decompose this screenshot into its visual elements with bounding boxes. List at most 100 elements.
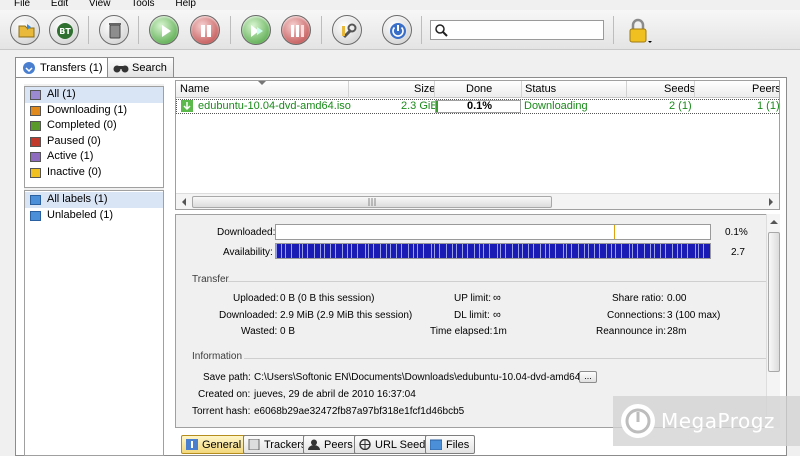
menu-edit[interactable]: Edit bbox=[51, 0, 68, 9]
table-row[interactable]: edubuntu-10.04-dvd-amd64.iso 2.3 GiB 0.1… bbox=[176, 99, 780, 114]
dl-label: Downloaded: bbox=[219, 310, 278, 321]
col-seeds[interactable]: Seeds bbox=[664, 83, 695, 95]
menu-bar: File Edit View Tools Help bbox=[0, 0, 800, 10]
browse-button[interactable]: ... bbox=[579, 371, 597, 383]
availability-stripe bbox=[594, 244, 595, 258]
table-header: Name Size Done Status Seeds Peers bbox=[176, 81, 779, 98]
downloaded-piece bbox=[614, 225, 615, 239]
options-button[interactable] bbox=[332, 15, 362, 45]
availability-stripe bbox=[330, 244, 331, 258]
col-peers[interactable]: Peers bbox=[752, 83, 779, 95]
tab-transfers[interactable]: Transfers (1) bbox=[15, 57, 110, 78]
scroll-right-icon[interactable] bbox=[767, 198, 775, 206]
filter-all[interactable]: All (1) bbox=[25, 87, 163, 103]
tab-peers[interactable]: Peers bbox=[303, 435, 359, 454]
availability-stripe bbox=[342, 244, 343, 258]
toolbar: BT bbox=[0, 10, 800, 50]
row-progress-fill bbox=[436, 101, 438, 112]
lock-icon[interactable] bbox=[628, 16, 652, 44]
availability-stripe bbox=[549, 244, 550, 258]
pause-button[interactable] bbox=[190, 15, 220, 45]
availability-stripe bbox=[423, 244, 424, 258]
menu-file[interactable]: File bbox=[14, 0, 30, 9]
vertical-scroll-thumb[interactable] bbox=[768, 232, 780, 372]
availability-stripe bbox=[365, 244, 366, 258]
status-filter-list: All (1) Downloading (1) Completed (0) Pa… bbox=[24, 86, 164, 188]
filter-active[interactable]: Active (1) bbox=[25, 149, 163, 165]
scroll-up-icon[interactable] bbox=[770, 218, 778, 226]
horizontal-scrollbar[interactable] bbox=[176, 193, 779, 209]
availability-stripe bbox=[545, 244, 546, 258]
availability-stripe bbox=[307, 244, 308, 258]
folder-icon bbox=[18, 24, 35, 38]
availability-stripe bbox=[563, 244, 564, 258]
availability-stripe bbox=[452, 244, 453, 258]
start-button[interactable] bbox=[149, 15, 179, 45]
tab-transfers-label: Transfers (1) bbox=[40, 62, 103, 74]
filter-all-labels[interactable]: All labels (1) bbox=[25, 192, 163, 208]
information-section-title: Information bbox=[192, 351, 243, 362]
pause-all-button[interactable] bbox=[281, 15, 311, 45]
availability-stripe bbox=[314, 244, 315, 258]
uploaded-label: Uploaded: bbox=[233, 293, 279, 304]
power-icon bbox=[390, 23, 406, 39]
col-done[interactable]: Done bbox=[466, 83, 492, 95]
col-name[interactable]: Name bbox=[180, 83, 209, 95]
search-icon bbox=[435, 24, 448, 37]
pause-icon bbox=[201, 25, 211, 37]
availability-stripe bbox=[462, 244, 463, 258]
menu-tools[interactable]: Tools bbox=[131, 0, 154, 9]
availability-stripe bbox=[434, 244, 435, 258]
filter-downloading[interactable]: Downloading (1) bbox=[25, 103, 163, 119]
availability-stripe bbox=[324, 244, 325, 258]
scroll-thumb[interactable] bbox=[192, 196, 552, 208]
search-input[interactable] bbox=[449, 22, 599, 38]
tab-trackers[interactable]: Trackers bbox=[243, 435, 313, 454]
exit-button[interactable] bbox=[382, 15, 412, 45]
tab-search[interactable]: Search bbox=[107, 57, 174, 77]
availability-stripe bbox=[299, 244, 300, 258]
search-box[interactable] bbox=[430, 20, 604, 40]
col-size[interactable]: Size bbox=[414, 83, 435, 95]
row-peers: 1 (1) bbox=[757, 100, 780, 112]
availability-stripe bbox=[677, 244, 678, 258]
completed-icon bbox=[30, 121, 41, 131]
availability-stripe bbox=[654, 244, 655, 258]
reannounce-label: Reannounce in: bbox=[596, 326, 667, 337]
availability-stripe bbox=[611, 244, 612, 258]
filter-unlabeled[interactable]: Unlabeled (1) bbox=[25, 208, 163, 224]
tracker-icon bbox=[248, 439, 260, 450]
tab-general[interactable]: General bbox=[181, 435, 248, 454]
availability-stripe bbox=[417, 244, 418, 258]
filter-inactive[interactable]: Inactive (0) bbox=[25, 165, 163, 181]
availability-stripe bbox=[621, 244, 622, 258]
availability-stripe bbox=[401, 244, 402, 258]
menu-help[interactable]: Help bbox=[175, 0, 196, 9]
share-ratio-value: 0.00 bbox=[667, 293, 687, 304]
dl-value: 2.9 MiB (2.9 MiB this session) bbox=[280, 310, 413, 321]
col-status[interactable]: Status bbox=[525, 83, 556, 95]
availability-stripe bbox=[396, 244, 397, 258]
availability-stripe bbox=[687, 244, 688, 258]
wasted-label: Wasted: bbox=[241, 326, 278, 337]
availability-stripe bbox=[483, 244, 484, 258]
availability-stripe bbox=[512, 244, 513, 258]
connections-value: 3 (100 max) bbox=[667, 310, 721, 321]
remove-torrent-button[interactable] bbox=[99, 15, 129, 45]
availability-stripe bbox=[505, 244, 506, 258]
row-size: 2.3 GiB bbox=[401, 100, 438, 112]
created-on-value: jueves, 29 de abril de 2010 16:37:04 bbox=[254, 389, 416, 400]
filter-completed[interactable]: Completed (0) bbox=[25, 118, 163, 134]
start-all-button[interactable] bbox=[241, 15, 271, 45]
filter-paused[interactable]: Paused (0) bbox=[25, 134, 163, 150]
add-torrent-button[interactable] bbox=[10, 15, 40, 45]
create-torrent-button[interactable]: BT bbox=[49, 15, 79, 45]
share-ratio-label: Share ratio: bbox=[612, 293, 664, 304]
availability-stripe bbox=[703, 244, 704, 258]
wrench-icon bbox=[342, 23, 357, 39]
availability-stripe bbox=[276, 244, 277, 258]
scroll-left-icon[interactable] bbox=[180, 198, 188, 206]
tab-files[interactable]: Files bbox=[425, 435, 476, 454]
availability-stripe bbox=[347, 244, 348, 258]
menu-view[interactable]: View bbox=[89, 0, 111, 9]
